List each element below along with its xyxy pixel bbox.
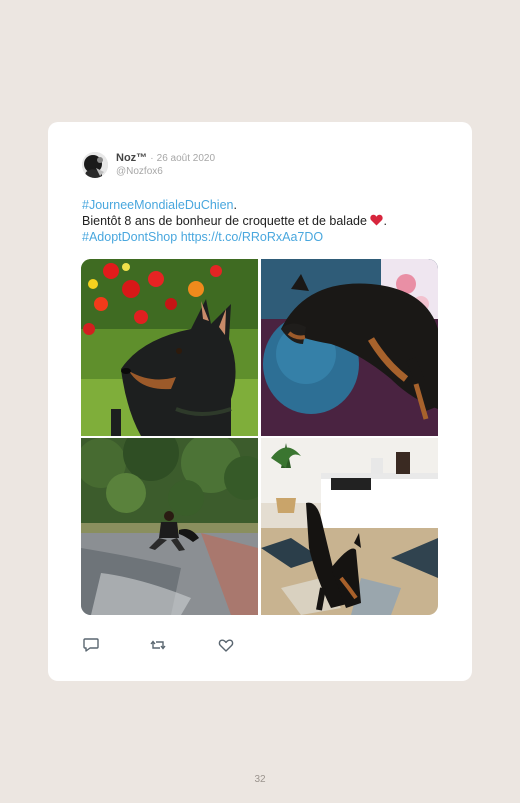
page-number: 32 [254, 774, 266, 785]
dog-stretching-on-rug-photo[interactable] [261, 438, 438, 615]
hashtag-adopt-dont-shop[interactable]: #AdoptDontShop [82, 230, 177, 244]
tweet-url-link[interactable]: https://t.co/RRoRxAa7DO [181, 230, 323, 244]
author-name[interactable]: Noz™ [116, 152, 147, 164]
author-handle[interactable]: @Nozfox6 [116, 166, 163, 177]
hashtag-journee-mondiale[interactable]: #JourneeMondialeDuChien [82, 198, 234, 212]
separator: · [150, 153, 154, 164]
reply-icon[interactable] [82, 636, 100, 654]
author-line: Noz™ · 26 août 2020 [116, 152, 215, 164]
period-2: . [383, 213, 387, 228]
media-grid [81, 259, 438, 615]
dog-on-cushion-photo[interactable] [261, 259, 438, 436]
tweet-date[interactable]: 26 août 2020 [157, 153, 215, 164]
period-1: . [233, 198, 237, 212]
avatar[interactable] [82, 152, 108, 178]
tweet-text: #JourneeMondialeDuChien. Bientôt 8 ans d… [82, 198, 462, 246]
tweet-card: Noz™ · 26 août 2020 @Nozfox6 #JourneeMon… [48, 122, 472, 681]
retweet-icon[interactable] [149, 636, 167, 654]
red-heart-icon [370, 214, 384, 231]
tweet-body: Bientôt 8 ans de bonheur de croquette et… [82, 213, 367, 228]
dog-in-flowers-photo[interactable] [81, 259, 258, 436]
like-icon[interactable] [217, 636, 235, 654]
tweet-actions [82, 636, 262, 654]
person-with-dog-on-path-photo[interactable] [81, 438, 258, 615]
